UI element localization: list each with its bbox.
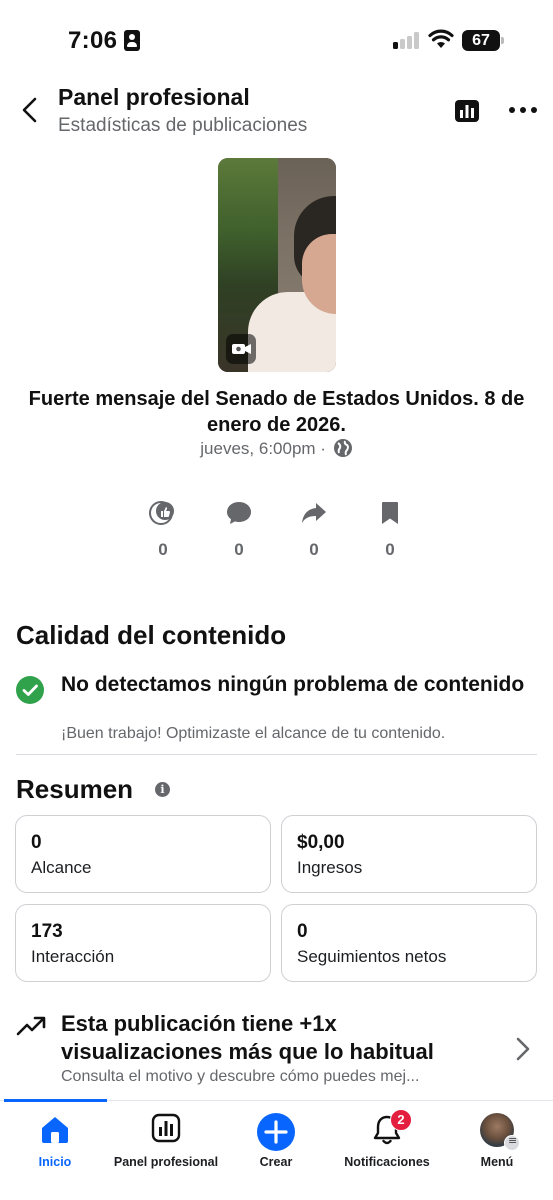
nav-menu-label: Menú [480, 1155, 514, 1169]
battery-cap [501, 37, 504, 44]
chevron-right-icon[interactable] [514, 1036, 532, 1062]
nav-menu[interactable]: Menú [437, 1113, 553, 1169]
bottom-navigation: Inicio Panel profesional Crear 2 Notific… [0, 1099, 553, 1200]
menu-icon [504, 1134, 520, 1151]
bookmark-icon [382, 502, 398, 524]
net-follows-card[interactable]: 0 Seguimientos netos [281, 904, 537, 982]
cellular-signal-icon [393, 31, 421, 49]
globe-icon [333, 439, 352, 457]
active-tab-indicator [4, 1099, 107, 1102]
share-icon [302, 503, 326, 523]
shares-count: 0 [309, 540, 319, 559]
earnings-label: Ingresos [297, 858, 363, 877]
status-time: 7:06 [68, 27, 118, 54]
insight-title[interactable]: Esta publicación tiene +1x visualizacion… [61, 1010, 501, 1066]
interaction-label: Interacción [31, 947, 115, 966]
reach-value: 0 [31, 832, 42, 853]
page-subtitle: Estadísticas de publicaciones [58, 115, 308, 136]
back-arrow-icon[interactable] [18, 94, 44, 126]
summary-heading: Resumen [16, 774, 134, 804]
nav-create[interactable]: Crear [216, 1113, 336, 1169]
nav-dashboard-label: Panel profesional [113, 1155, 219, 1169]
net-follows-label: Seguimientos netos [297, 947, 447, 966]
reach-card[interactable]: 0 Alcance [15, 815, 271, 893]
post-title: Fuerte mensaje del Senado de Estados Uni… [28, 388, 525, 436]
home-icon [42, 1117, 68, 1143]
reach-label: Alcance [31, 858, 92, 877]
nav-home[interactable]: Inicio [0, 1113, 115, 1169]
like-reaction-icon [149, 501, 174, 525]
post-thumbnail[interactable] [218, 158, 336, 372]
saves-stat: 0 [370, 500, 410, 560]
video-camera-icon [226, 334, 256, 364]
comments-count: 0 [234, 540, 244, 559]
insight-subtitle: Consulta el motivo y descubre cómo puede… [61, 1068, 420, 1085]
dashboard-icon [151, 1113, 181, 1143]
nav-notifications[interactable]: 2 Notificaciones [327, 1109, 447, 1169]
divider [16, 754, 537, 755]
plus-icon [257, 1113, 295, 1151]
bar-chart-icon[interactable] [454, 99, 480, 123]
earnings-value: $0,00 [297, 832, 345, 853]
trending-up-icon [16, 1016, 46, 1036]
wifi-icon [428, 29, 454, 48]
nav-home-label: Inicio [38, 1155, 72, 1169]
contact-card-icon [124, 30, 140, 51]
more-options-button[interactable] [508, 104, 538, 118]
check-circle-icon [16, 676, 44, 704]
interaction-value: 173 [31, 921, 63, 942]
avatar [480, 1113, 520, 1151]
content-quality-status: No detectamos ningún problema de conteni… [61, 673, 525, 696]
page-title: Panel profesional [58, 84, 250, 110]
nav-professional-dashboard[interactable]: Panel profesional [106, 1113, 226, 1169]
comments-stat: 0 [219, 500, 259, 560]
nav-notifications-label: Notificaciones [344, 1155, 430, 1169]
reactions-count: 0 [158, 540, 168, 559]
net-follows-value: 0 [297, 921, 308, 942]
saves-count: 0 [385, 540, 395, 559]
post-meta: jueves, 6:00pm · [0, 438, 553, 459]
shares-stat: 0 [294, 500, 334, 560]
earnings-card[interactable]: $0,00 Ingresos [281, 815, 537, 893]
status-bar: 7:06 67 [0, 0, 553, 80]
nav-create-label: Crear [259, 1155, 293, 1169]
comment-icon [227, 502, 251, 524]
notification-badge: 2 [390, 1109, 412, 1131]
content-quality-heading: Calidad del contenido [16, 620, 287, 650]
post-date: jueves, 6:00pm · [200, 439, 326, 458]
info-icon[interactable]: i [155, 782, 170, 797]
interaction-card[interactable]: 173 Interacción [15, 904, 271, 982]
content-quality-detail: ¡Buen trabajo! Optimizaste el alcance de… [61, 725, 446, 742]
reactions-stat: 0 [143, 500, 183, 560]
battery-icon: 67 [462, 30, 500, 51]
